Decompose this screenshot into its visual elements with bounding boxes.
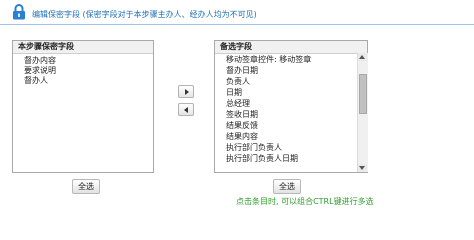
available-field-item[interactable]: 执行部门负责人日期: [226, 154, 298, 164]
available-fields-panel: 备选字段 移动签章控件: 移动签章 督办日期 负责人 日期 总经理 签收日期 结…: [214, 40, 368, 173]
selected-fields-panel: 本步骤保密字段 督办内容 要求说明 督办人: [12, 40, 154, 173]
header: 编辑保密字段 (保密字段对于本步骤主办人、经办人均为不可见): [0, 0, 474, 24]
available-field-item[interactable]: 总经理: [226, 99, 250, 109]
select-all-selected-button[interactable]: 全选: [72, 179, 100, 194]
multi-select-hint: 点击条目时, 可以组合CTRL键进行多选: [236, 197, 374, 206]
selected-field-item[interactable]: 督办人: [24, 76, 48, 86]
scroll-up-icon: [359, 55, 365, 59]
arrow-right-icon: [185, 89, 189, 95]
page-title: 编辑保密字段 (保密字段对于本步骤主办人、经办人均为不可见): [32, 10, 257, 19]
available-field-item[interactable]: 移动签章控件: 移动签章: [226, 55, 311, 65]
available-field-item[interactable]: 执行部门负责人: [226, 143, 282, 153]
selected-fields-header: 本步骤保密字段: [13, 41, 153, 54]
available-fields-header: 备选字段: [215, 41, 367, 54]
scroll-down-icon: [359, 166, 365, 170]
scroll-up-button[interactable]: [358, 53, 367, 61]
select-all-available-button[interactable]: 全选: [273, 179, 301, 194]
available-field-item[interactable]: 签收日期: [226, 110, 258, 120]
selected-field-item[interactable]: 督办内容: [24, 56, 56, 66]
scroll-down-button[interactable]: [358, 164, 367, 172]
selected-field-item[interactable]: 要求说明: [24, 66, 56, 76]
arrow-left-icon: [184, 107, 188, 113]
available-field-item[interactable]: 结果反馈: [226, 121, 258, 131]
available-field-item[interactable]: 负责人: [226, 77, 250, 87]
move-left-button[interactable]: [178, 103, 194, 116]
scrollbar-thumb[interactable]: [359, 74, 367, 114]
move-right-button[interactable]: [178, 85, 194, 98]
scrollbar[interactable]: [357, 53, 368, 172]
header-divider: [0, 24, 474, 25]
lock-icon: [13, 4, 25, 20]
available-field-item[interactable]: 督办日期: [226, 66, 258, 76]
available-field-item[interactable]: 日期: [226, 88, 242, 98]
available-field-item[interactable]: 结果内容: [226, 132, 258, 142]
